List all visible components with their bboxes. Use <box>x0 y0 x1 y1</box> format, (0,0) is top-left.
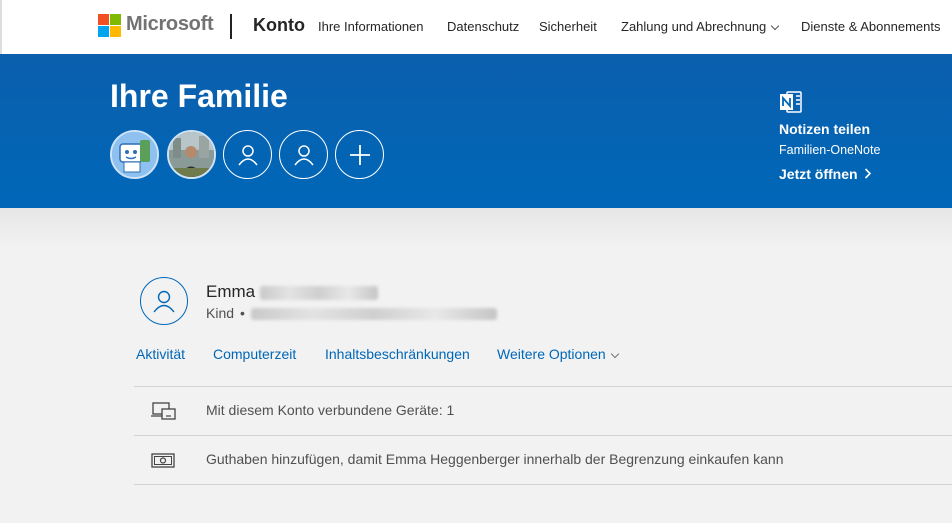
promo-title: Notizen teilen <box>779 121 871 137</box>
promo-subtitle: Familien-OneNote <box>779 143 881 157</box>
child-role: Kind • <box>206 305 497 321</box>
tab-weitere-optionen[interactable]: Weitere Optionen <box>497 346 619 362</box>
child-name: Emma <box>206 282 378 302</box>
top-navigation: Microsoft Konto Ihre Informationen Daten… <box>0 0 952 54</box>
hero-shadow <box>0 208 952 248</box>
devices-text: Mit diesem Konto verbundene Geräte: 1 <box>206 402 455 418</box>
microsoft-wordmark[interactable]: Microsoft <box>126 13 214 36</box>
brand-divider <box>230 14 232 39</box>
child-first-name: Emma <box>206 282 256 301</box>
family-member-placeholder[interactable] <box>279 130 328 179</box>
add-family-member-button[interactable] <box>335 130 384 179</box>
separator-dot: • <box>240 305 245 321</box>
onenote-promo: Notizen teilen Familien-OneNote Jetzt öf… <box>779 90 880 182</box>
onenote-icon <box>779 90 803 114</box>
nav-datenschutz[interactable]: Datenschutz <box>447 19 519 34</box>
tab-aktivitaet[interactable]: Aktivität <box>136 346 185 362</box>
redacted-last-name <box>259 285 378 300</box>
divider <box>134 484 952 485</box>
add-money-text: Guthaben hinzufügen, damit Emma Heggenbe… <box>206 451 784 467</box>
redacted-email <box>250 308 497 321</box>
devices-row[interactable]: Mit diesem Konto verbundene Geräte: 1 <box>134 387 952 435</box>
person-icon <box>237 144 258 165</box>
page-title: Ihre Familie <box>110 78 288 114</box>
nav-zahlung[interactable]: Zahlung und Abrechnung <box>621 19 780 34</box>
person-photo-icon <box>169 132 214 177</box>
person-icon <box>293 144 314 165</box>
child-avatar[interactable] <box>140 277 188 325</box>
devices-icon <box>151 402 176 420</box>
chevron-down-icon <box>771 21 780 31</box>
role-label: Kind <box>206 305 235 321</box>
open-now-link[interactable]: Jetzt öffnen <box>779 166 872 182</box>
tab-inhaltsbeschraenkungen[interactable]: Inhaltsbeschränkungen <box>325 346 470 362</box>
family-hero-banner: Ihre Familie Notizen teilen Familien-One… <box>0 54 952 208</box>
microsoft-logo-icon[interactable] <box>98 14 121 37</box>
nav-dienste[interactable]: Dienste & Abonnements <box>801 19 940 34</box>
tab-computerzeit[interactable]: Computerzeit <box>213 346 296 362</box>
person-icon <box>153 290 175 313</box>
open-now-label: Jetzt öffnen <box>779 166 858 182</box>
money-icon <box>151 453 175 468</box>
chevron-down-icon <box>610 349 619 359</box>
chevron-right-icon <box>865 168 872 179</box>
plus-icon <box>349 144 370 165</box>
robot-avatar-icon <box>112 132 157 177</box>
nav-zahlung-label: Zahlung und Abrechnung <box>621 19 767 34</box>
tab-weitere-optionen-label: Weitere Optionen <box>497 346 606 362</box>
family-member-avatar[interactable] <box>167 130 216 179</box>
nav-sicherheit[interactable]: Sicherheit <box>539 19 597 34</box>
add-money-row[interactable]: Guthaben hinzufügen, damit Emma Heggenbe… <box>134 436 952 484</box>
family-member-placeholder[interactable] <box>223 130 272 179</box>
family-member-avatar[interactable] <box>110 130 159 179</box>
nav-ihre-informationen[interactable]: Ihre Informationen <box>318 19 424 34</box>
product-title[interactable]: Konto <box>253 15 305 36</box>
